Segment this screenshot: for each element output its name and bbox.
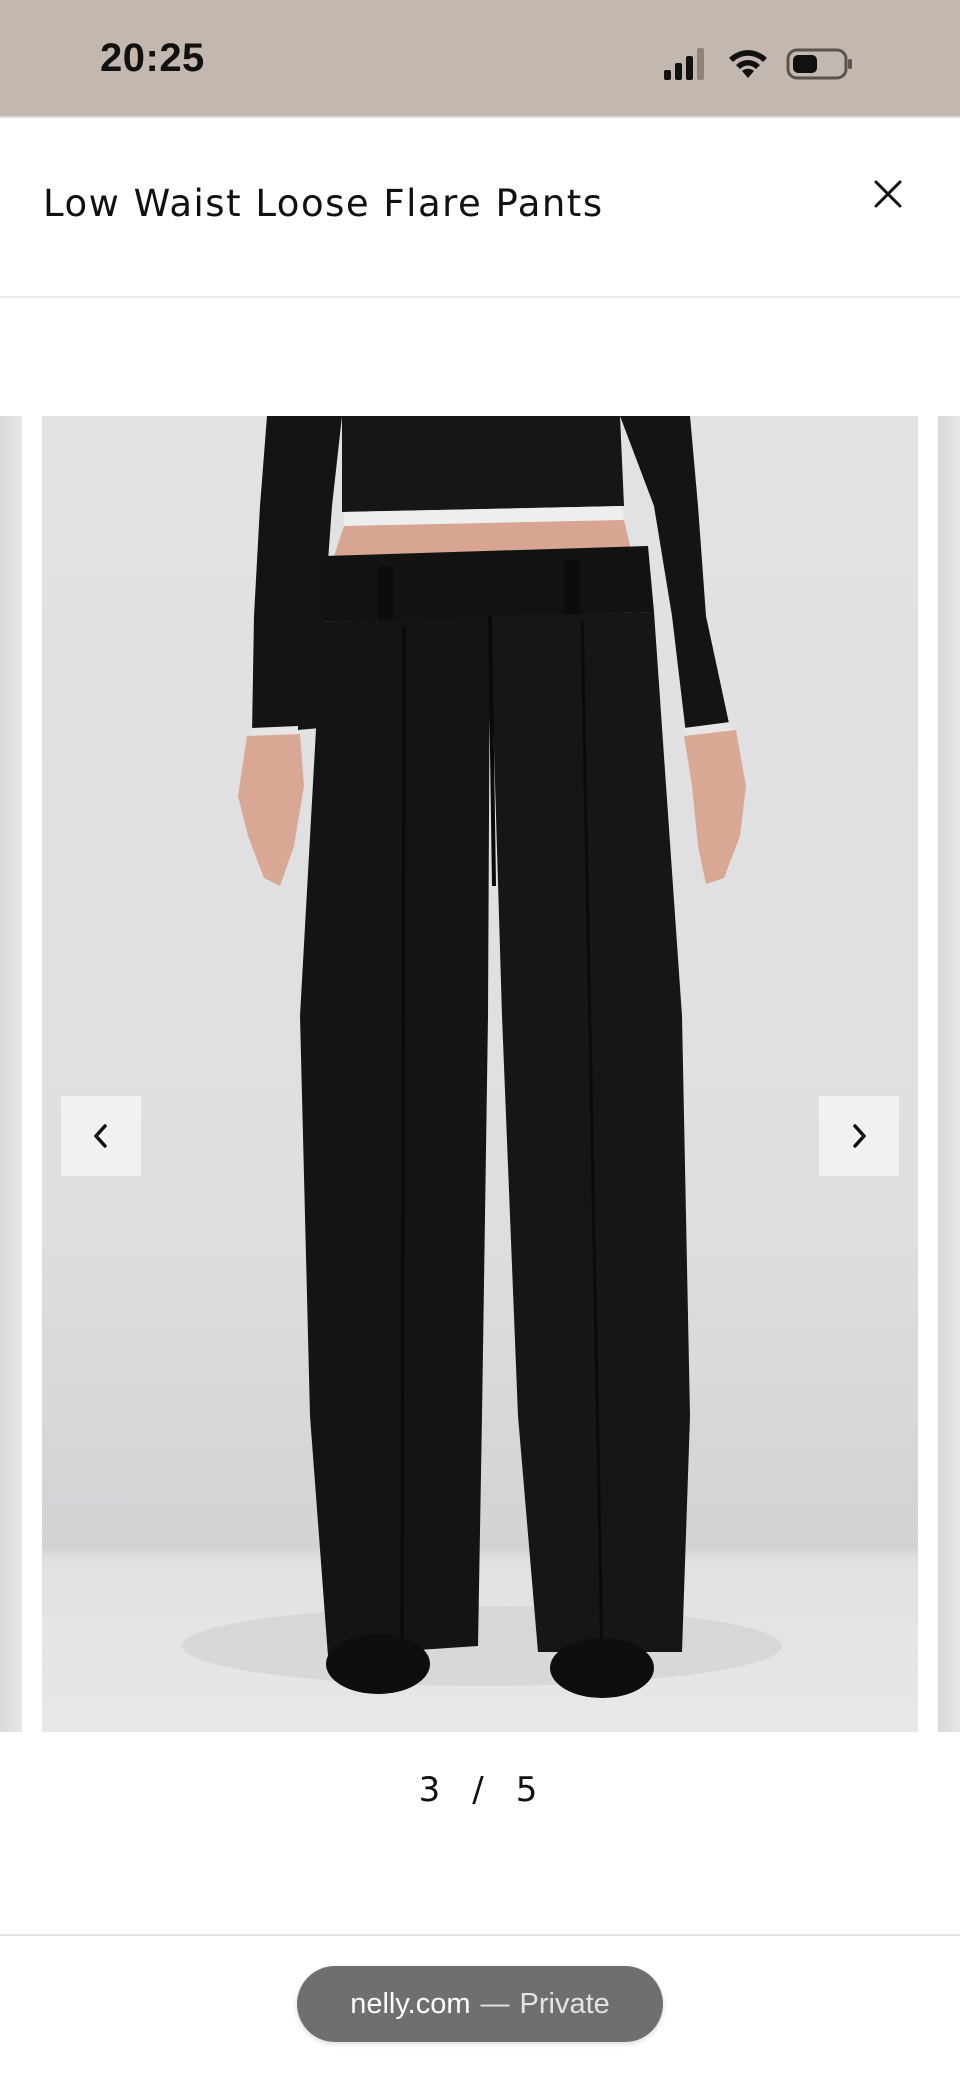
status-bar: 20:25 (0, 0, 960, 116)
modal-header: Low Waist Loose Flare Pants (0, 118, 960, 298)
total-image-count: 5 (515, 1770, 542, 1810)
chevron-right-icon (853, 1124, 866, 1148)
product-title: Low Waist Loose Flare Pants (43, 182, 604, 225)
battery-icon (786, 48, 852, 80)
image-carousel[interactable] (0, 416, 960, 1732)
previous-image-button[interactable] (61, 1096, 141, 1176)
close-button[interactable] (866, 172, 910, 216)
chevron-left-icon (94, 1124, 107, 1148)
next-image-button[interactable] (819, 1096, 899, 1176)
previous-image-peek[interactable] (0, 416, 22, 1732)
current-image-number: 3 (418, 1770, 445, 1810)
status-time: 20:25 (100, 36, 205, 80)
browsing-mode-label: Private (519, 1987, 610, 2020)
next-image-peek[interactable] (938, 416, 960, 1732)
image-counter: 3 / 5 (0, 1770, 960, 1810)
wifi-icon (729, 50, 767, 78)
url-separator: — (480, 1987, 510, 2020)
signal-icon (664, 48, 704, 80)
url-domain: nelly.com (350, 1987, 471, 2020)
browser-address-pill[interactable]: nelly.com — Private (297, 1966, 663, 2042)
product-image-modal: Low Waist Loose Flare Pants 3 / 5 (0, 116, 960, 1936)
counter-separator: / (472, 1770, 488, 1810)
product-image[interactable] (42, 416, 918, 1732)
close-icon (874, 180, 902, 208)
